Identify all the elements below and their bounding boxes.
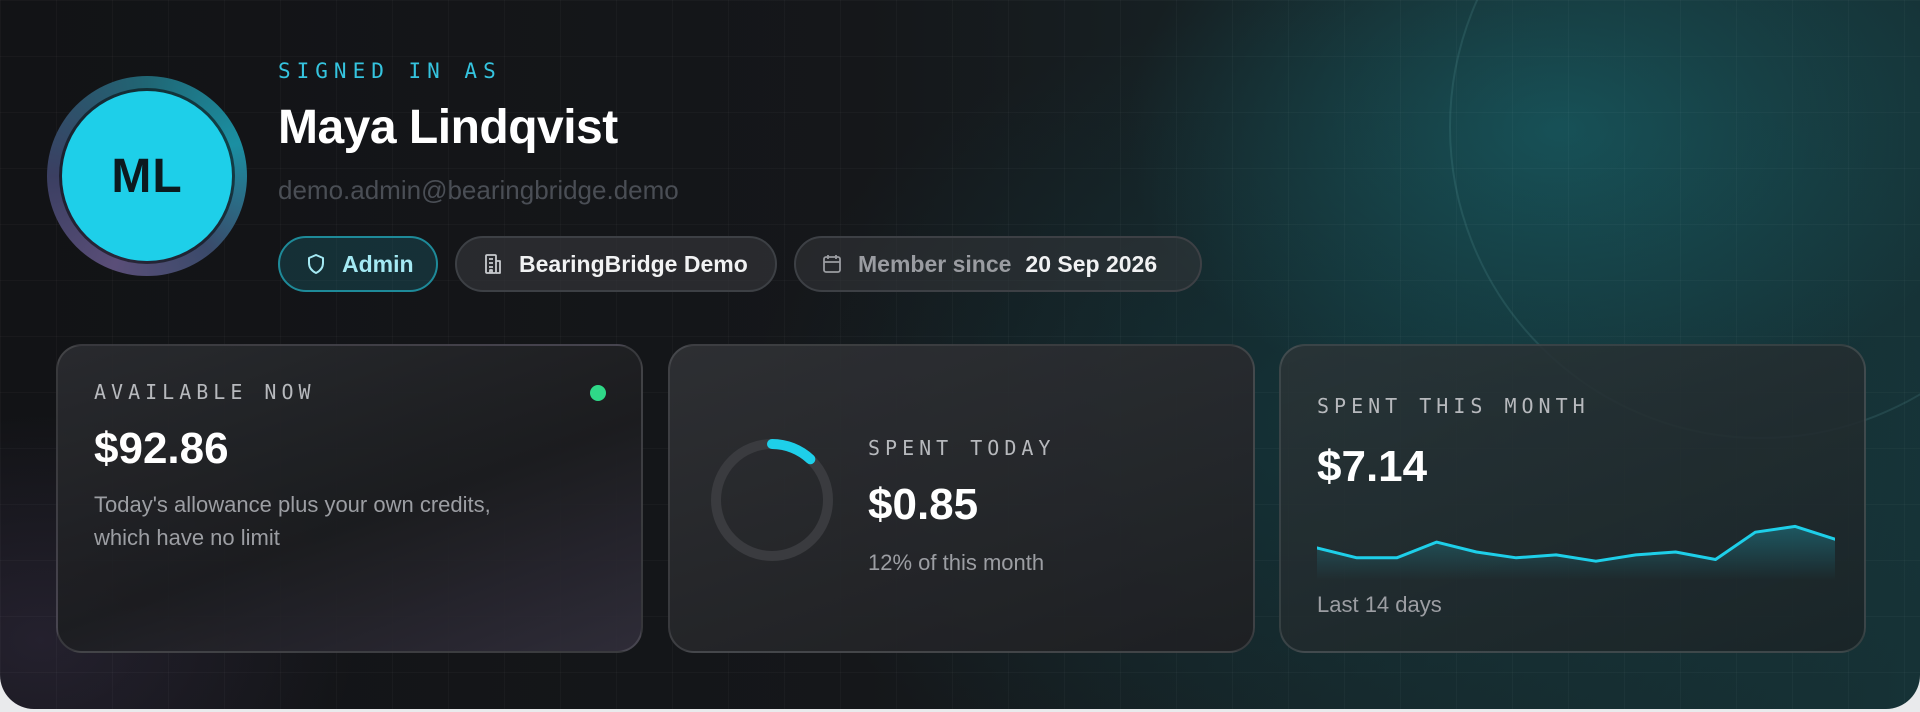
spent-today-label: SPENT TODAY — [868, 436, 1056, 460]
user-email: demo.admin@bearingbridge.demo — [278, 175, 679, 205]
building-icon — [485, 254, 501, 274]
spent-today-card: SPENT TODAY $0.85 12% of this month — [668, 344, 1255, 653]
spent-month-value: $7.14 — [1317, 442, 1428, 491]
user-name: Maya Lindqvist — [278, 101, 618, 154]
status-indicator — [590, 385, 606, 401]
spent-month-note: Last 14 days — [1317, 592, 1442, 617]
available-now-value: $92.86 — [94, 424, 229, 473]
role-chip[interactable]: Admin — [278, 236, 438, 292]
signed-in-label: SIGNED IN AS — [278, 59, 502, 83]
member-since-date: 20 Sep 2026 — [1025, 250, 1158, 277]
available-now-label: AVAILABLE NOW — [94, 380, 316, 404]
role-label: Admin — [342, 250, 414, 277]
spent-today-ring — [711, 439, 833, 561]
shield-icon — [308, 254, 324, 274]
member-since-label: Member since — [858, 250, 1012, 277]
organization-label: BearingBridge Demo — [519, 250, 748, 277]
profile-panel: ML SIGNED IN AS Maya Lindqvist demo.admi… — [0, 0, 1920, 709]
available-now-note: Today's allowance plus your own credits,… — [94, 488, 491, 554]
available-now-card: AVAILABLE NOW $92.86 Today's allowance p… — [56, 344, 643, 653]
available-now-note-line2: which have no limit — [94, 525, 280, 550]
spent-today-note: 12% of this month — [868, 550, 1045, 575]
available-now-note-line1: Today's allowance plus your own credits, — [94, 492, 491, 517]
spent-today-value: $0.85 — [868, 480, 979, 529]
avatar-initials: ML — [111, 149, 183, 203]
spending-sparkline — [1317, 524, 1835, 580]
organization-chip[interactable]: BearingBridge Demo — [455, 236, 777, 292]
avatar: ML — [62, 91, 232, 261]
spent-month-label: SPENT THIS MONTH — [1317, 394, 1590, 418]
calendar-icon — [823, 255, 841, 273]
sparkline-area — [1317, 526, 1835, 580]
spent-month-card: SPENT THIS MONTH $7.14 Last 14 days — [1279, 344, 1866, 653]
member-since-chip: Member since 20 Sep 2026 — [794, 236, 1202, 292]
